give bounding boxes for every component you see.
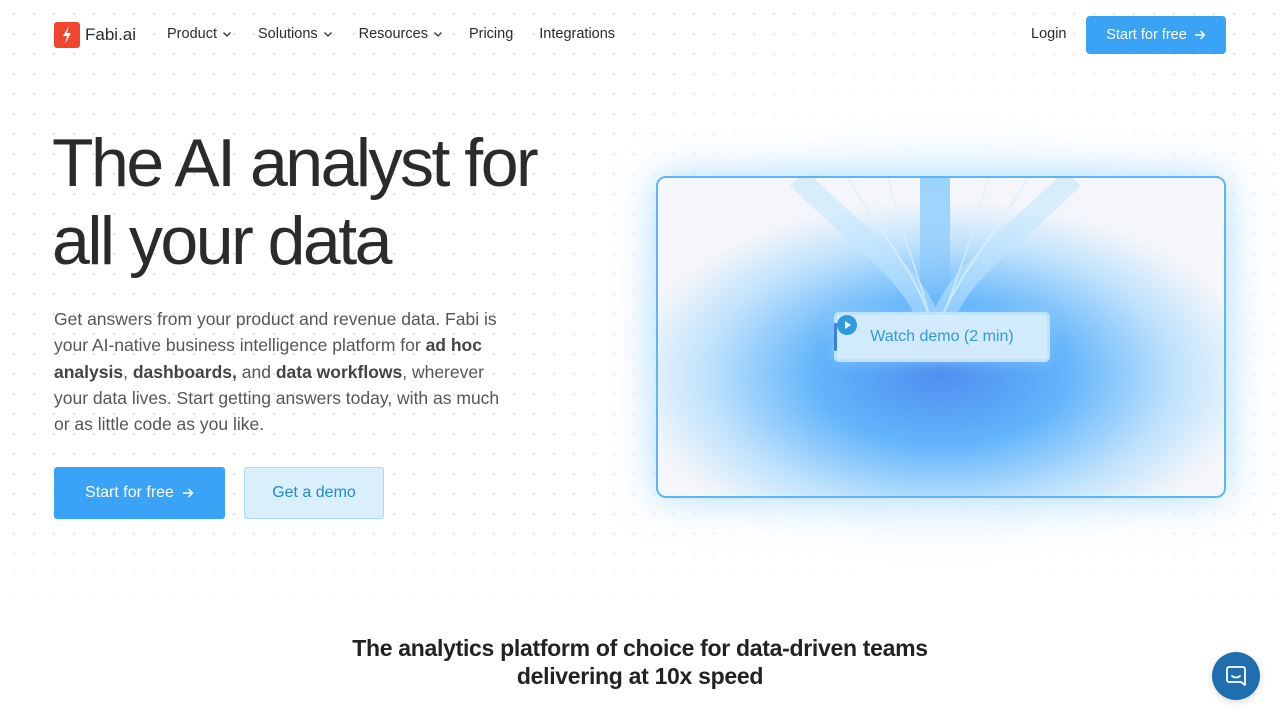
nav-item-product[interactable]: Product [167,26,232,42]
arrow-right-icon [1194,30,1206,40]
nav-item-label: Solutions [257,26,318,42]
nav-item-integrations[interactable]: Integrations [539,26,615,42]
logo[interactable]: Fabi.ai [54,22,136,48]
nav-item-solutions[interactable]: Solutions [258,26,333,42]
desc-text: , [123,361,133,382]
play-circle-icon [837,315,857,335]
tagline: The analytics platform of choice for dat… [0,634,1280,690]
nav-item-resources[interactable]: Resources [359,26,443,42]
top-nav: Fabi.ai Product Solutions Resources Pric… [0,0,1280,70]
start-free-button[interactable]: Start for free [54,467,225,519]
hero-title-line1: The AI analyst for [52,125,539,201]
nav-item-label: Pricing [468,26,514,42]
nav-item-pricing[interactable]: Pricing [469,26,513,42]
button-label: Start for free [85,484,174,501]
button-label: Get a demo [272,484,356,501]
start-free-nav-button[interactable]: Start for free [1086,16,1226,54]
demo-video[interactable]: Watch demo (2 min) [656,176,1226,498]
desc-bold: data workflows [275,361,403,382]
tagline-line2: delivering at 10x speed [516,663,764,689]
watch-demo-button[interactable]: Watch demo (2 min) [834,312,1050,362]
chat-bubble-icon [1226,666,1246,686]
chevron-down-icon [323,32,332,37]
desc-text: and [236,361,276,382]
desc-bold: dashboards, [132,361,237,382]
chat-launcher-button[interactable] [1212,652,1260,700]
lightning-icon [54,22,80,48]
chevron-down-icon [223,32,231,37]
tagline-line1: The analytics platform of choice for dat… [352,635,928,661]
hero-title: The AI analyst for all your data [52,124,612,280]
nav-item-label: Product [167,26,217,42]
watch-demo-label: Watch demo (2 min) [870,328,1014,345]
button-label: Start for free [1106,27,1187,43]
brand-name: Fabi.ai [85,25,137,44]
nav-item-label: Resources [358,26,428,42]
get-demo-button[interactable]: Get a demo [244,467,384,519]
hero-title-line2: all your data [52,203,392,279]
nav-item-label: Integrations [539,26,616,42]
chevron-down-icon [433,32,442,37]
login-link[interactable]: Login [1031,26,1066,42]
hero-description: Get answers from your product and revenu… [54,306,514,437]
arrow-right-icon [182,488,194,498]
main-menu: Product Solutions Resources Pricing Inte… [167,26,641,42]
